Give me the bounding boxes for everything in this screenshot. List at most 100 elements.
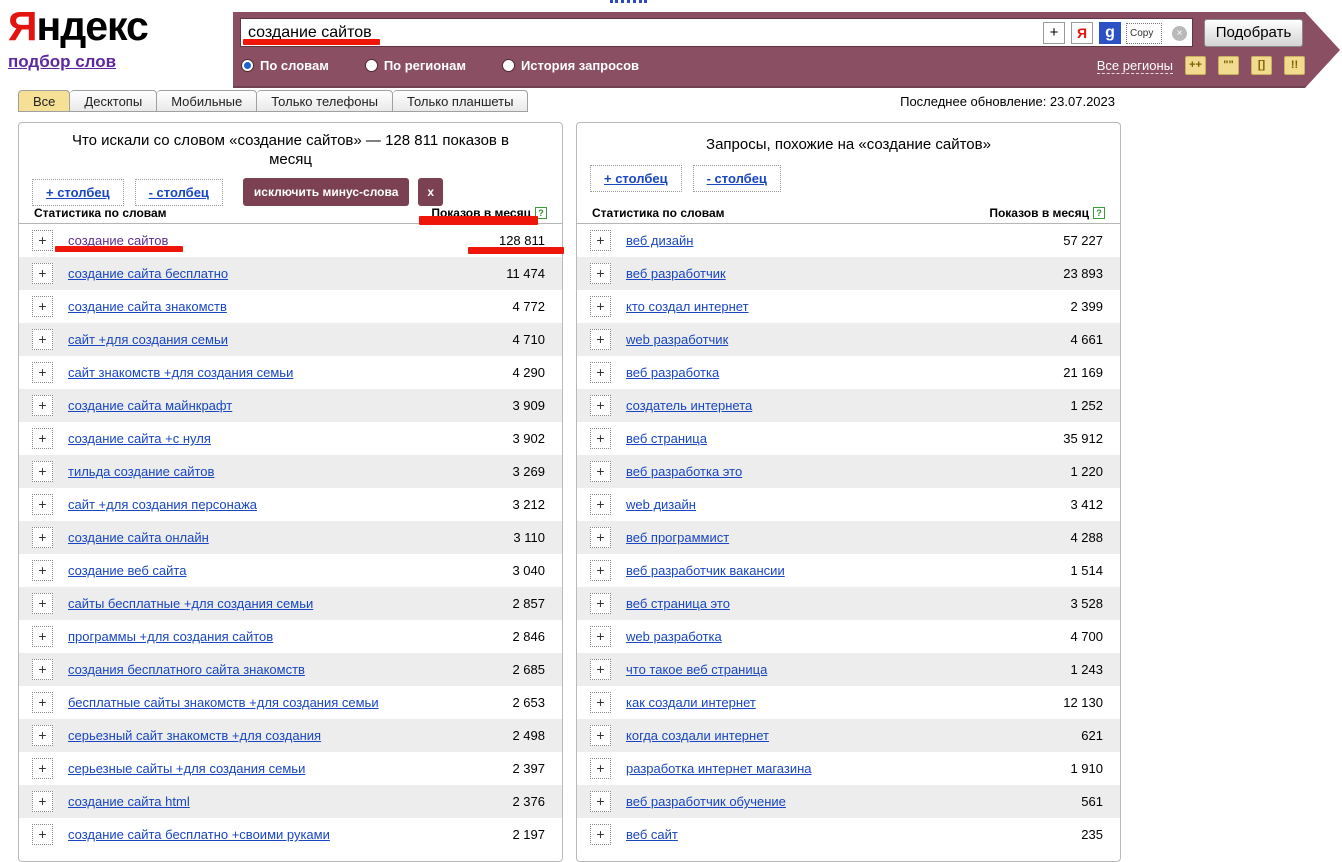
keyword-link[interactable]: веб разработка [626, 365, 719, 380]
keyword-link[interactable]: серьезные сайты +для создания семьи [68, 761, 305, 776]
keyword-link[interactable]: создатель интернета [626, 398, 752, 413]
yandex-logo-text[interactable]: Яндекс [8, 4, 148, 48]
expand-button[interactable]: + [32, 395, 53, 416]
wordstat-tagline-link[interactable]: подбор слов [8, 52, 116, 72]
expand-button[interactable]: + [32, 428, 53, 449]
expand-button[interactable]: + [590, 527, 611, 548]
expand-button[interactable]: + [32, 527, 53, 548]
radio-by-regions[interactable]: По регионам [365, 58, 466, 73]
keyword-link[interactable]: веб разработчик обучение [626, 794, 786, 809]
expand-button[interactable]: + [32, 593, 53, 614]
keyword-link[interactable]: веб разработчик [626, 266, 726, 281]
expand-button[interactable]: + [590, 758, 611, 779]
keyword-link[interactable]: бесплатные сайты знакомств +для создания… [68, 695, 379, 710]
add-column-button[interactable]: + столбец [32, 179, 124, 206]
expand-button[interactable]: + [590, 593, 611, 614]
expand-button[interactable]: + [590, 362, 611, 383]
expand-button[interactable]: + [32, 263, 53, 284]
expand-button[interactable]: + [32, 725, 53, 746]
keyword-link[interactable]: создание сайта онлайн [68, 530, 209, 545]
expand-button[interactable]: + [32, 791, 53, 812]
remove-column-button[interactable]: - столбец [693, 165, 781, 192]
keyword-link[interactable]: веб программист [626, 530, 729, 545]
radio-by-words[interactable]: По словам [241, 58, 329, 73]
expand-button[interactable]: + [32, 692, 53, 713]
keyword-link[interactable]: кто создал интернет [626, 299, 749, 314]
all-regions-link[interactable]: Все регионы [1097, 58, 1173, 74]
keyword-link[interactable]: серьезный сайт знакомств +для создания [68, 728, 321, 743]
expand-button[interactable]: + [590, 329, 611, 350]
keyword-link[interactable]: веб разработчик вакансии [626, 563, 785, 578]
expand-button[interactable]: + [590, 725, 611, 746]
keyword-link[interactable]: создание сайта знакомств [68, 299, 227, 314]
keyword-link[interactable]: создание сайта бесплатно +своими руками [68, 827, 330, 842]
operator-quotes-button[interactable]: "" [1218, 56, 1239, 75]
keyword-link[interactable]: веб разработка это [626, 464, 742, 479]
expand-button[interactable]: + [32, 362, 53, 383]
expand-button[interactable]: + [32, 560, 53, 581]
expand-button[interactable]: + [32, 461, 53, 482]
add-query-button[interactable]: + [1043, 22, 1065, 44]
expand-button[interactable]: + [590, 428, 611, 449]
keyword-link[interactable]: сайт +для создания семьи [68, 332, 228, 347]
expand-button[interactable]: + [32, 659, 53, 680]
submit-button[interactable]: Подобрать [1204, 19, 1303, 47]
keyword-link[interactable]: создание веб сайта [68, 563, 186, 578]
keyword-link[interactable]: web дизайн [626, 497, 696, 512]
expand-button[interactable]: + [32, 626, 53, 647]
expand-button[interactable]: + [32, 296, 53, 317]
yandex-search-icon[interactable]: Я [1071, 22, 1093, 44]
expand-button[interactable]: + [590, 461, 611, 482]
keyword-link[interactable]: web разработчик [626, 332, 728, 347]
operator-plus-plus-button[interactable]: ++ [1185, 56, 1206, 75]
keyword-link[interactable]: создание сайта бесплатно [68, 266, 228, 281]
close-exclude-button[interactable]: x [418, 178, 443, 206]
remove-column-button[interactable]: - столбец [135, 179, 223, 206]
operator-brackets-button[interactable]: [] [1251, 56, 1272, 75]
expand-button[interactable]: + [590, 791, 611, 812]
expand-button[interactable]: + [590, 296, 611, 317]
keyword-link[interactable]: веб дизайн [626, 233, 693, 248]
keyword-link[interactable]: создание сайта +с нуля [68, 431, 211, 446]
keyword-link[interactable]: программы +для создания сайтов [68, 629, 273, 644]
expand-button[interactable]: + [32, 329, 53, 350]
expand-button[interactable]: + [590, 692, 611, 713]
expand-button[interactable]: + [590, 626, 611, 647]
tab-desktops[interactable]: Десктопы [70, 90, 157, 112]
operator-exclamation-button[interactable]: !! [1284, 56, 1305, 75]
expand-button[interactable]: + [590, 824, 611, 845]
keyword-link[interactable]: когда создали интернет [626, 728, 769, 743]
expand-button[interactable]: + [590, 560, 611, 581]
expand-button[interactable]: + [590, 659, 611, 680]
keyword-link[interactable]: веб страница [626, 431, 707, 446]
radio-query-history[interactable]: История запросов [502, 58, 639, 73]
tab-all[interactable]: Все [18, 90, 70, 112]
keyword-link[interactable]: веб сайт [626, 827, 678, 842]
keyword-link[interactable]: веб страница это [626, 596, 730, 611]
expand-button[interactable]: + [32, 230, 53, 251]
expand-button[interactable]: + [590, 494, 611, 515]
keyword-link[interactable]: создание сайта html [68, 794, 190, 809]
keyword-link[interactable]: сайт +для создания персонажа [68, 497, 257, 512]
keyword-link[interactable]: что такое веб страница [626, 662, 767, 677]
tab-phones-only[interactable]: Только телефоны [257, 90, 393, 112]
exclude-minus-words-button[interactable]: исключить минус-слова [243, 178, 409, 206]
keyword-link[interactable]: тильда создание сайтов [68, 464, 214, 479]
expand-button[interactable]: + [590, 263, 611, 284]
google-search-icon[interactable]: g [1099, 22, 1121, 44]
keyword-link[interactable]: web разработка [626, 629, 722, 644]
keyword-link[interactable]: как создали интернет [626, 695, 756, 710]
help-icon[interactable]: ? [1093, 207, 1105, 219]
keyword-link[interactable]: сайт знакомств +для создания семьи [68, 365, 293, 380]
tab-mobile[interactable]: Мобильные [157, 90, 257, 112]
copy-button[interactable]: Copy [1126, 23, 1162, 44]
keyword-link[interactable]: разработка интернет магазина [626, 761, 812, 776]
expand-button[interactable]: + [32, 824, 53, 845]
clear-input-icon[interactable]: × [1172, 26, 1187, 41]
tab-tablets-only[interactable]: Только планшеты [393, 90, 528, 112]
search-input[interactable]: создание сайтов + Я g Copy × [240, 18, 1193, 47]
expand-button[interactable]: + [32, 494, 53, 515]
keyword-link[interactable]: сайты бесплатные +для создания семьи [68, 596, 313, 611]
add-column-button[interactable]: + столбец [590, 165, 682, 192]
expand-button[interactable]: + [32, 758, 53, 779]
